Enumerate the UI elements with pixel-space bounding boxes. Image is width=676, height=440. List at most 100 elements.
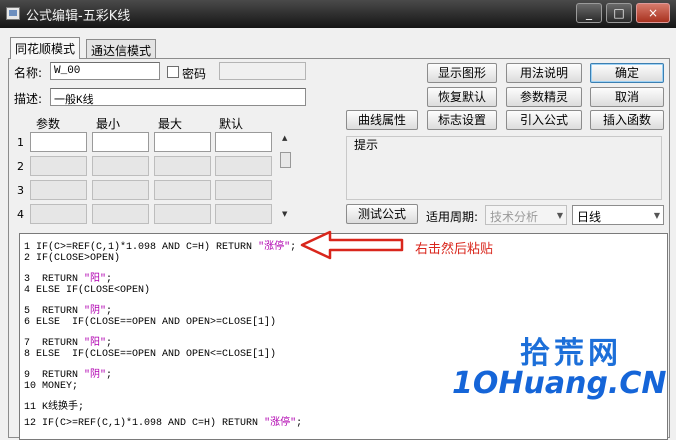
tab-ths-mode[interactable]: 同花顺模式 — [10, 37, 81, 59]
line-number: 2 — [24, 253, 37, 264]
title-bar: 公式编辑-五彩K线 _ □ × — [0, 0, 676, 28]
close-button[interactable]: × — [636, 3, 670, 23]
code-line: 12 IF(C>=REF(C,1)*1.098 AND C=H) RETURN … — [24, 413, 302, 429]
desc-input[interactable]: 一般K线 — [50, 88, 306, 107]
code-string: "阴" — [84, 306, 107, 317]
window-title: 公式编辑-五彩K线 — [26, 9, 131, 24]
import-formula-button[interactable]: 引入公式 — [506, 110, 582, 130]
line-number: 6 — [24, 317, 37, 328]
code-string: "涨停" — [258, 242, 291, 253]
code-token: IF(C>=REF(C,1)*1.098 AND C=H) RETURN — [36, 242, 259, 253]
code-token: RETURN — [36, 370, 85, 381]
param-header-name: 参数 — [36, 117, 61, 131]
chevron-down-icon: ▼ — [653, 211, 660, 220]
password-label: 密码 — [182, 67, 207, 81]
code-string: "涨停" — [264, 418, 297, 429]
param-cell[interactable] — [215, 204, 272, 224]
flag-settings-button[interactable]: 标志设置 — [427, 110, 497, 130]
password-checkbox[interactable] — [167, 66, 179, 78]
param-cell[interactable] — [30, 180, 87, 200]
code-line: 3 RETURN "阳"; — [24, 269, 112, 285]
test-formula-button[interactable]: 测试公式 — [346, 204, 418, 224]
code-token: ELSE IF(CLOSE==OPEN AND OPEN<=CLOSE[1]) — [36, 349, 277, 360]
app-icon — [6, 7, 20, 20]
password-input[interactable] — [219, 62, 306, 80]
line-number: 8 — [24, 349, 37, 360]
red-arrow-icon — [300, 230, 404, 260]
hint-title: 提示 — [354, 138, 379, 152]
param-cell[interactable] — [30, 132, 87, 152]
param-cell[interactable] — [92, 132, 149, 152]
curve-props-button[interactable]: 曲线属性 — [346, 110, 418, 130]
param-row-number: 4 — [17, 208, 24, 221]
param-cell[interactable] — [154, 204, 211, 224]
name-label: 名称: — [14, 66, 43, 80]
param-cell[interactable] — [154, 180, 211, 200]
code-token: ; — [296, 418, 303, 429]
code-string: "阴" — [84, 370, 107, 381]
code-token: ; — [290, 242, 297, 253]
param-row-number: 1 — [17, 136, 24, 149]
code-line: 9 RETURN "阴"; — [24, 365, 112, 381]
code-token: RETURN — [36, 306, 85, 317]
param-cell[interactable] — [92, 156, 149, 176]
line-number: 1 — [24, 242, 37, 253]
code-token: K线换手; — [42, 402, 85, 413]
line-number: 4 — [24, 285, 37, 296]
code-line: 6 ELSE IF(CLOSE==OPEN AND OPEN>=CLOSE[1]… — [24, 317, 276, 328]
code-line: 4 ELSE IF(CLOSE<OPEN) — [24, 285, 150, 296]
code-line: 11 K线换手; — [24, 397, 84, 413]
usage-button[interactable]: 用法说明 — [506, 63, 582, 83]
scroll-down-icon[interactable]: ▼ — [282, 210, 287, 218]
code-token: MONEY; — [42, 381, 79, 392]
tab-tdx-mode[interactable]: 通达信模式 — [86, 39, 157, 59]
line-number: 5 — [24, 306, 37, 317]
param-cell[interactable] — [92, 180, 149, 200]
code-line: 1 IF(C>=REF(C,1)*1.098 AND C=H) RETURN "… — [24, 237, 296, 253]
code-token: IF(C>=REF(C,1)*1.098 AND C=H) RETURN — [42, 418, 265, 429]
param-cell[interactable] — [92, 204, 149, 224]
code-string: "阳" — [84, 338, 107, 349]
param-header-max: 最大 — [158, 117, 183, 131]
period-select[interactable]: 日线 ▼ — [572, 205, 664, 225]
watermark-logo: 拾荒网 1OHuang.CN — [450, 328, 667, 408]
code-line: 2 IF(CLOSE>OPEN) — [24, 253, 120, 264]
param-cell[interactable] — [154, 156, 211, 176]
watermark-line-2: 1OHuang.CN — [452, 366, 667, 401]
code-line: 10 MONEY; — [24, 381, 78, 392]
period-category-value: 技术分析 — [490, 210, 539, 224]
param-cell[interactable] — [30, 204, 87, 224]
insert-function-button[interactable]: 插入函数 — [590, 110, 664, 130]
maximize-button[interactable]: □ — [606, 3, 632, 23]
param-cell[interactable] — [215, 156, 272, 176]
param-scrollbar[interactable]: ▲ ▼ — [279, 134, 293, 222]
scroll-up-icon[interactable]: ▲ — [282, 134, 287, 142]
param-cell[interactable] — [154, 132, 211, 152]
param-cell[interactable] — [30, 156, 87, 176]
param-cell[interactable] — [215, 180, 272, 200]
period-category-select[interactable]: 技术分析 ▼ — [485, 205, 567, 225]
show-chart-button[interactable]: 显示图形 — [427, 63, 497, 83]
code-token: ELSE IF(CLOSE==OPEN AND OPEN>=CLOSE[1]) — [36, 317, 277, 328]
code-line: 5 RETURN "阴"; — [24, 301, 112, 317]
line-number: 12 — [24, 418, 43, 429]
restore-default-button[interactable]: 恢复默认 — [427, 87, 497, 107]
param-tune-button[interactable]: 参数精灵 — [506, 87, 582, 107]
period-value: 日线 — [577, 210, 602, 224]
scroll-thumb[interactable] — [280, 152, 291, 168]
code-token: ; — [106, 306, 113, 317]
param-header-min: 最小 — [96, 117, 121, 131]
minimize-button[interactable]: _ — [576, 3, 602, 23]
code-token: IF(CLOSE>OPEN) — [36, 253, 121, 264]
param-row-number: 3 — [17, 184, 24, 197]
cancel-button[interactable]: 取消 — [590, 87, 664, 107]
ok-button[interactable]: 确定 — [590, 63, 664, 83]
chevron-down-icon: ▼ — [556, 211, 563, 220]
param-cell[interactable] — [215, 132, 272, 152]
code-token: RETURN — [36, 338, 85, 349]
code-token: ; — [106, 338, 113, 349]
name-input[interactable]: W_00 — [50, 62, 160, 80]
line-number: 11 — [24, 402, 43, 413]
code-token: RETURN — [36, 274, 85, 285]
line-number: 3 — [24, 274, 37, 285]
